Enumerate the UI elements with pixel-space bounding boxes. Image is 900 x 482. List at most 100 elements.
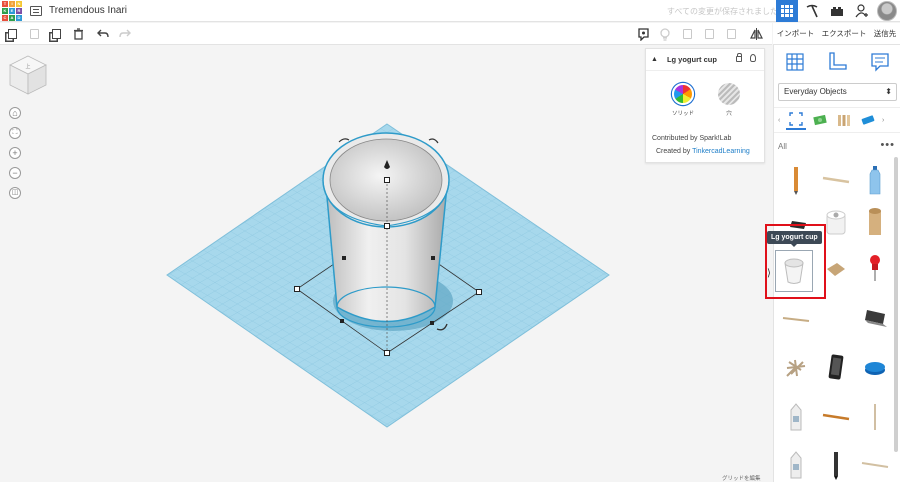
speech-bubble-icon (637, 27, 649, 41)
logo-letter: K (2, 7, 8, 14)
group-icon (682, 29, 692, 39)
water-bottle-icon (869, 166, 881, 195)
pickaxe-icon (806, 4, 818, 18)
shape-water-bottle[interactable] (857, 160, 893, 200)
undo-button[interactable] (95, 26, 111, 42)
collapse-caret-icon[interactable]: ▲ (651, 56, 658, 63)
grid-icon (781, 5, 793, 17)
more-options-button[interactable]: ••• (880, 139, 895, 151)
top-bar: TIN KER CAD Tremendous Inari すべての変更が保存されまし… (0, 0, 900, 22)
lock-icon[interactable] (736, 53, 742, 62)
home-view-button[interactable]: ⌂ (9, 107, 21, 119)
shape-category-select[interactable]: Everyday Objects ⬍ (778, 83, 897, 101)
shape-inspector: ▲ Lg yogurt cup ソリッド 穴 Contributed by Sp… (645, 48, 765, 163)
cork-board-icon (827, 263, 845, 276)
ruler-tool-button[interactable] (826, 51, 848, 73)
thin-rod-icon (874, 404, 876, 430)
ungroup-icon (704, 29, 714, 39)
shape-milk-carton-2[interactable] (778, 445, 814, 482)
stick-icon (822, 176, 850, 184)
zoom-out-button[interactable]: − (9, 167, 21, 179)
logo-letter: R (16, 7, 22, 14)
scroll-left-icon[interactable]: ‹ (778, 117, 786, 124)
trash-icon (73, 28, 83, 40)
shape-laptop[interactable] (857, 299, 893, 339)
align-button[interactable] (723, 26, 739, 42)
account-button[interactable] (876, 0, 898, 22)
notes-button[interactable] (635, 26, 651, 42)
design-title[interactable]: Tremendous Inari (49, 5, 127, 16)
rotate-handle-right[interactable] (428, 138, 439, 144)
3d-view-button[interactable] (776, 0, 798, 22)
mirror-button[interactable] (748, 26, 764, 42)
logo-letter: I (9, 0, 15, 7)
rotate-handle-left[interactable] (338, 138, 350, 143)
invite-user-button[interactable] (851, 0, 873, 22)
import-button[interactable]: インポート (777, 28, 815, 39)
action-bar: インポート エクスポート 送信先 (773, 23, 900, 45)
logo-letter: D (16, 14, 22, 21)
shape-stick[interactable] (818, 160, 854, 200)
section-header: All ••• (778, 139, 897, 151)
ungroup-button[interactable] (701, 26, 717, 42)
shape-push-pin[interactable] (857, 248, 893, 288)
design-list-icon[interactable] (30, 5, 42, 16)
fit-view-button[interactable]: ⛶ (9, 127, 21, 139)
zoom-in-button[interactable]: + (9, 147, 21, 159)
library-scrollbar[interactable] (894, 157, 898, 452)
duplicate-button[interactable] (48, 26, 64, 42)
workplane-tool-button[interactable] (784, 51, 806, 73)
shape-thin-rod[interactable] (857, 397, 893, 437)
laptop-icon (865, 310, 887, 327)
duplicate-icon (51, 29, 61, 39)
shape-long-stick[interactable] (857, 445, 893, 482)
contributed-by: Contributed by Spark!Lab (652, 135, 732, 142)
group-button[interactable] (679, 26, 695, 42)
copy-button[interactable] (4, 26, 20, 42)
shape-cardboard-tube[interactable] (857, 202, 893, 242)
visibility-bulb-icon[interactable] (750, 54, 756, 62)
logo-letter: A (9, 14, 15, 21)
category-tab-eraser[interactable] (858, 110, 878, 130)
category-tab-wood[interactable] (834, 110, 854, 130)
redo-icon (119, 29, 131, 38)
category-tab-money[interactable] (810, 110, 830, 130)
shape-smartphone[interactable] (818, 347, 854, 387)
eraser-icon (861, 115, 875, 125)
blue-lid-icon (865, 362, 885, 375)
redo-button[interactable] (117, 26, 133, 42)
export-button[interactable]: エクスポート (822, 28, 867, 39)
solid-color-swatch[interactable] (672, 83, 694, 105)
hole-swatch[interactable] (718, 83, 740, 105)
logo-letter: T (2, 0, 8, 7)
creator-link[interactable]: TinkercadLearning (692, 148, 750, 155)
shape-blue-lid[interactable] (857, 348, 893, 388)
bricks-button[interactable] (826, 0, 848, 22)
align-icon (726, 29, 736, 39)
view-cube[interactable]: 上 (8, 54, 48, 96)
save-status: すべての変更が保存されました (666, 7, 778, 16)
shape-milk-carton[interactable] (778, 397, 814, 437)
shape-dowel[interactable] (778, 300, 814, 340)
hole-label: 穴 (726, 111, 732, 117)
notes-tool-button[interactable] (869, 51, 891, 73)
tinkercad-logo[interactable]: TIN KER CAD (2, 0, 22, 21)
delete-button[interactable] (70, 26, 86, 42)
shape-pencil[interactable] (778, 160, 814, 200)
shape-wood-stick[interactable] (818, 397, 854, 437)
category-tab-all[interactable] (786, 110, 806, 130)
milk-carton-icon (790, 451, 802, 479)
ortho-view-button[interactable]: ◫ (9, 187, 21, 199)
edit-toolbar (0, 23, 772, 45)
shape-craft-sticks[interactable] (778, 348, 814, 388)
wood-blocks-icon (838, 115, 850, 126)
show-all-button[interactable] (657, 26, 673, 42)
logo-letter: N (16, 0, 22, 7)
blocks-button[interactable] (801, 0, 823, 22)
edit-grid-button[interactable]: グリッドを編集 (722, 474, 761, 482)
send-to-button[interactable]: 送信先 (874, 28, 897, 39)
scroll-right-icon[interactable]: › (882, 117, 890, 124)
tinkercad-app: TIN KER CAD Tremendous Inari すべての変更が保存されまし… (0, 0, 900, 482)
shape-marker[interactable] (818, 445, 854, 482)
paste-button[interactable] (26, 26, 42, 42)
